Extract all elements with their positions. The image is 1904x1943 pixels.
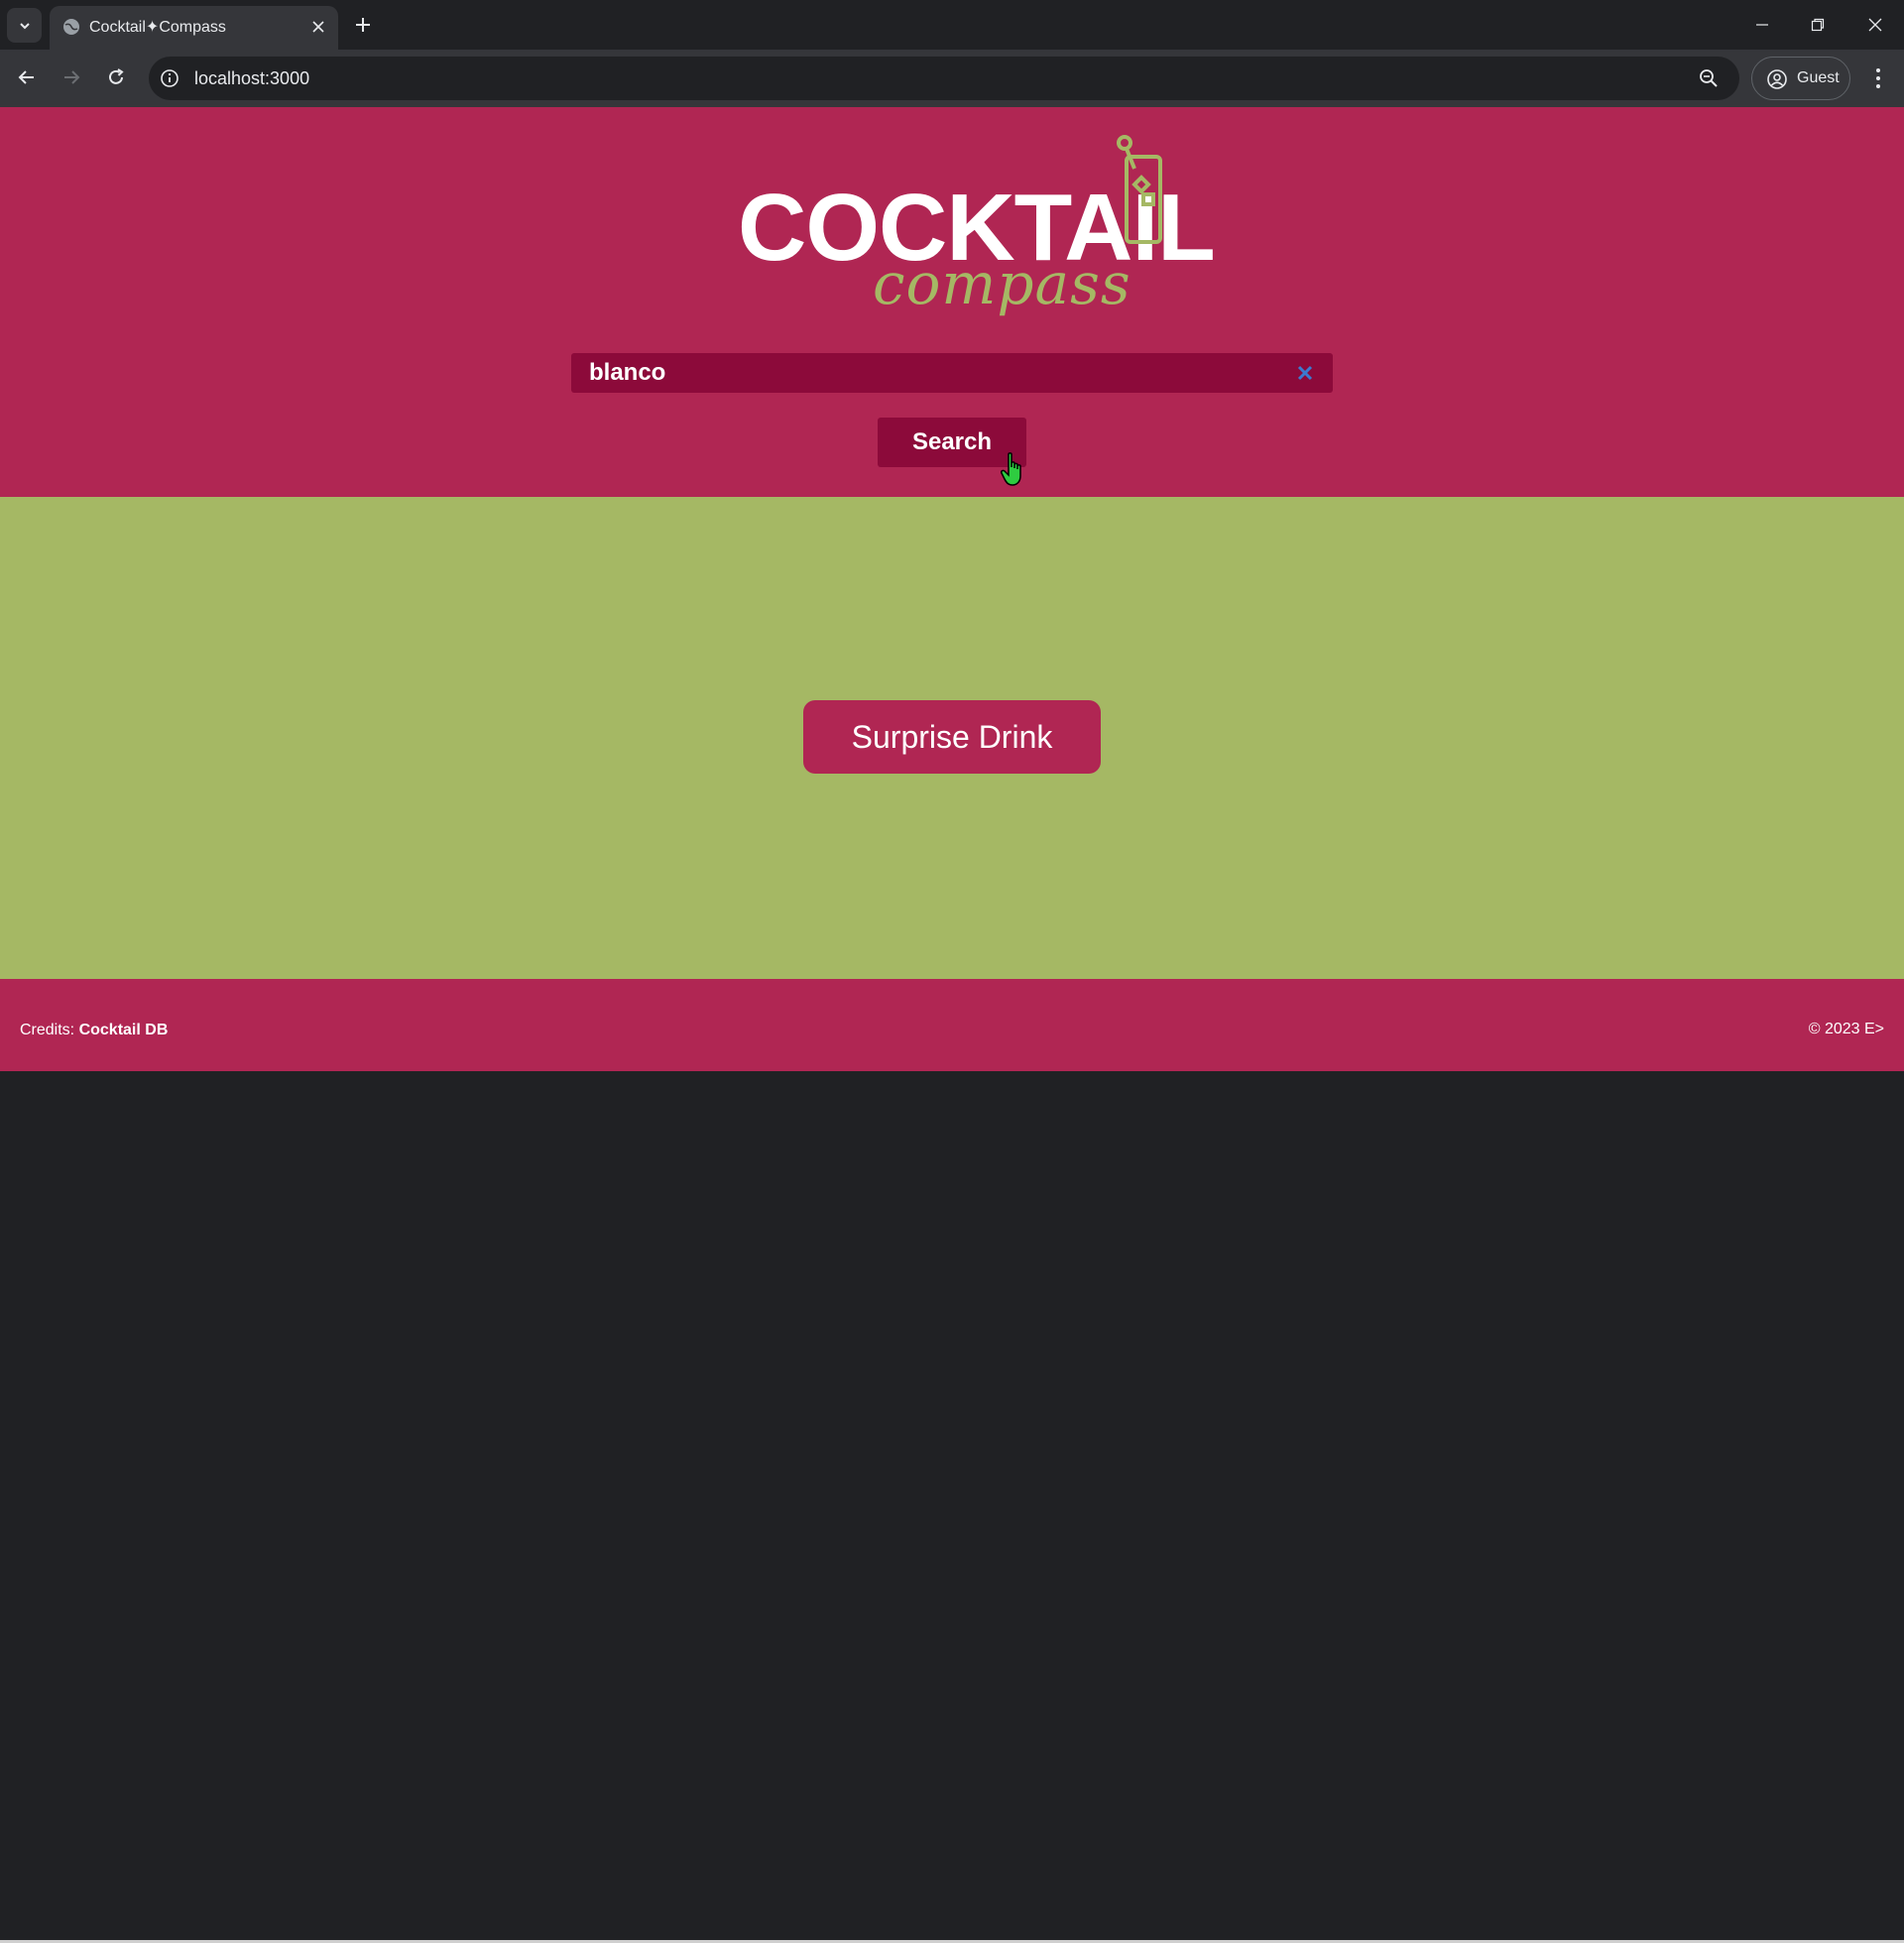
page-content: COCKTAIL compass Search Surprise Drink C…: [0, 107, 1904, 1943]
restore-button[interactable]: [1798, 8, 1838, 42]
chevron-down-icon: [19, 22, 30, 29]
search-bar: [571, 353, 1333, 393]
info-icon[interactable]: [159, 67, 180, 89]
site-footer: Credits: Cocktail DB © 2023 E>: [0, 979, 1904, 1943]
site-logo[interactable]: COCKTAIL compass: [734, 135, 1216, 333]
url-text[interactable]: localhost:3000: [194, 67, 309, 89]
credits-text: Credits: Cocktail DB: [20, 1022, 168, 1039]
window-close-button[interactable]: [1855, 8, 1895, 42]
main-section: Surprise Drink: [0, 497, 1904, 979]
plus-icon: [356, 18, 370, 32]
window-close-icon: [1868, 18, 1882, 32]
back-icon: [18, 70, 34, 84]
profile-icon: [1767, 69, 1787, 89]
kebab-menu-icon: [1876, 68, 1880, 88]
profile-label: Guest: [1797, 69, 1840, 86]
browser-menu-button[interactable]: [1862, 61, 1894, 95]
search-input[interactable]: [589, 353, 1263, 393]
cocktail-glass-icon: [1117, 135, 1162, 244]
new-tab-button[interactable]: [349, 11, 377, 39]
hand-pointer-cursor-icon: [1001, 452, 1021, 486]
copyright-text: © 2023 E>: [1808, 1021, 1884, 1037]
clear-search-icon[interactable]: [1295, 363, 1315, 383]
logo-script: compass: [873, 250, 1131, 317]
credits-source-link[interactable]: Cocktail DB: [79, 1022, 169, 1038]
minimize-button[interactable]: [1742, 8, 1782, 42]
minimize-icon: [1756, 24, 1768, 26]
profile-button[interactable]: Guest: [1751, 57, 1850, 100]
forward-icon: [64, 70, 80, 84]
back-button[interactable]: [11, 61, 43, 93]
forward-button[interactable]: [56, 61, 87, 93]
address-bar[interactable]: localhost:3000: [149, 57, 1739, 100]
reload-icon: [109, 68, 124, 84]
globe-icon: [63, 19, 79, 35]
tab-title: Cocktail✦Compass: [89, 19, 226, 36]
restore-icon: [1811, 18, 1825, 32]
tab-list-button[interactable]: [7, 8, 42, 43]
site-header: COCKTAIL compass Search: [0, 107, 1904, 497]
browser-tab[interactable]: Cocktail✦Compass: [50, 6, 338, 50]
close-icon[interactable]: [308, 17, 328, 37]
browser-toolbar: localhost:3000 Guest: [0, 50, 1904, 107]
reload-button[interactable]: [100, 61, 132, 93]
credits-prefix: Credits:: [20, 1022, 79, 1038]
zoom-icon[interactable]: [1698, 67, 1720, 89]
browser-tab-bar: Cocktail✦Compass: [0, 0, 1904, 50]
surprise-drink-button[interactable]: Surprise Drink: [803, 700, 1101, 774]
